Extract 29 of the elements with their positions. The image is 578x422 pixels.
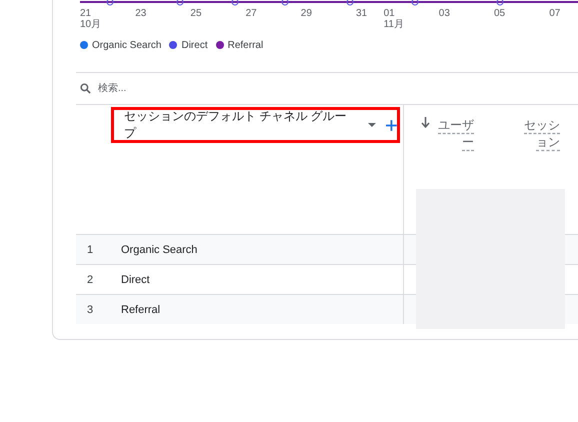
table-cell-text: Direct xyxy=(120,274,151,286)
axis-label: 07 xyxy=(549,8,560,19)
row-number: 1 xyxy=(86,244,94,256)
search-icon xyxy=(80,83,91,94)
axis-label: 27 xyxy=(246,8,257,19)
axis-label: 21 xyxy=(80,8,92,19)
add-icon[interactable] xyxy=(386,120,397,130)
search-field[interactable]: 検索... xyxy=(98,83,298,94)
axis-label: 03 xyxy=(438,8,450,19)
axis-label: 11月 xyxy=(384,19,404,30)
row-number: 2 xyxy=(86,274,94,286)
row-number: 3 xyxy=(86,304,94,316)
column-header[interactable]: ユーザー xyxy=(438,117,474,151)
column-header[interactable]: セッション xyxy=(524,117,560,151)
axis-label: 05 xyxy=(494,8,506,19)
axis-label: 23 xyxy=(135,8,146,19)
table-cell-text: Organic Search xyxy=(120,244,198,256)
legend-label: Organic Search xyxy=(92,40,162,50)
caret-icon[interactable] xyxy=(368,122,376,128)
axis-label: 25 xyxy=(190,8,202,19)
legend-label: Referral xyxy=(228,40,264,50)
dimension-header[interactable]: セッションのデフォルト チャネル グループ xyxy=(111,107,400,143)
axis-label: 29 xyxy=(300,8,312,19)
legend-label: Direct xyxy=(181,40,208,50)
down-arrow-icon[interactable] xyxy=(421,117,430,128)
axis-label: 31 xyxy=(356,8,368,19)
table-cell-text: Referral xyxy=(120,304,162,316)
axis-label: 01 xyxy=(384,8,396,19)
axis-label: 10月 xyxy=(80,19,102,30)
